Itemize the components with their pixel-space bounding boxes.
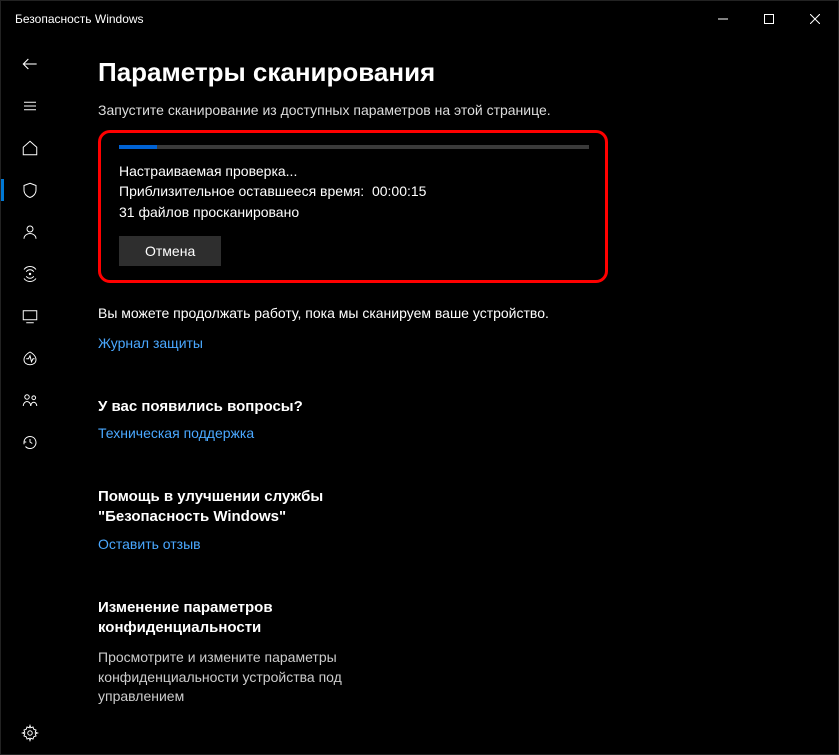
continue-info: Вы можете продолжать работу, пока мы ска… bbox=[98, 305, 798, 321]
privacy-text: Просмотрите и измените параметры конфиде… bbox=[98, 648, 428, 707]
window-title: Безопасность Windows bbox=[15, 12, 144, 26]
support-link[interactable]: Техническая поддержка bbox=[98, 425, 254, 441]
family-icon[interactable] bbox=[1, 379, 58, 421]
privacy-section: Изменение параметров конфиденциальности … bbox=[98, 598, 428, 707]
scan-time-value: 00:00:15 bbox=[372, 183, 427, 199]
privacy-heading: Изменение параметров конфиденциальности bbox=[98, 598, 428, 639]
minimize-button[interactable] bbox=[700, 1, 746, 37]
progress-fill bbox=[119, 145, 157, 149]
questions-section: У вас появились вопросы? Техническая под… bbox=[98, 397, 428, 443]
feedback-heading: Помощь в улучшении службы "Безопасность … bbox=[98, 487, 428, 528]
app-control-icon[interactable] bbox=[1, 295, 58, 337]
back-button[interactable] bbox=[1, 43, 58, 85]
shield-icon[interactable] bbox=[1, 169, 58, 211]
feedback-section: Помощь в улучшении службы "Безопасность … bbox=[98, 487, 428, 554]
main-content: Параметры сканирования Запустите сканиро… bbox=[58, 37, 838, 754]
cancel-button[interactable]: Отмена bbox=[119, 236, 221, 266]
scan-files: 31 файлов просканировано bbox=[119, 202, 587, 222]
page-title: Параметры сканирования bbox=[98, 57, 798, 88]
titlebar: Безопасность Windows bbox=[1, 1, 838, 37]
progress-bar bbox=[119, 145, 589, 149]
close-button[interactable] bbox=[792, 1, 838, 37]
questions-heading: У вас появились вопросы? bbox=[98, 397, 428, 417]
maximize-button[interactable] bbox=[746, 1, 792, 37]
device-health-icon[interactable] bbox=[1, 337, 58, 379]
scan-status: Настраиваемая проверка... bbox=[119, 161, 587, 181]
menu-button[interactable] bbox=[1, 85, 58, 127]
account-icon[interactable] bbox=[1, 211, 58, 253]
sidebar bbox=[1, 37, 58, 754]
protection-history-link[interactable]: Журнал защиты bbox=[98, 335, 203, 351]
scan-progress-panel: Настраиваемая проверка... Приблизительно… bbox=[98, 130, 608, 283]
feedback-link[interactable]: Оставить отзыв bbox=[98, 536, 201, 552]
home-icon[interactable] bbox=[1, 127, 58, 169]
settings-icon[interactable] bbox=[1, 712, 58, 754]
page-subtitle: Запустите сканирование из доступных пара… bbox=[98, 102, 798, 118]
scan-time-label: Приблизительное оставшееся время: bbox=[119, 183, 364, 199]
firewall-icon[interactable] bbox=[1, 253, 58, 295]
history-icon[interactable] bbox=[1, 421, 58, 463]
scan-time: Приблизительное оставшееся время: 00:00:… bbox=[119, 181, 587, 201]
